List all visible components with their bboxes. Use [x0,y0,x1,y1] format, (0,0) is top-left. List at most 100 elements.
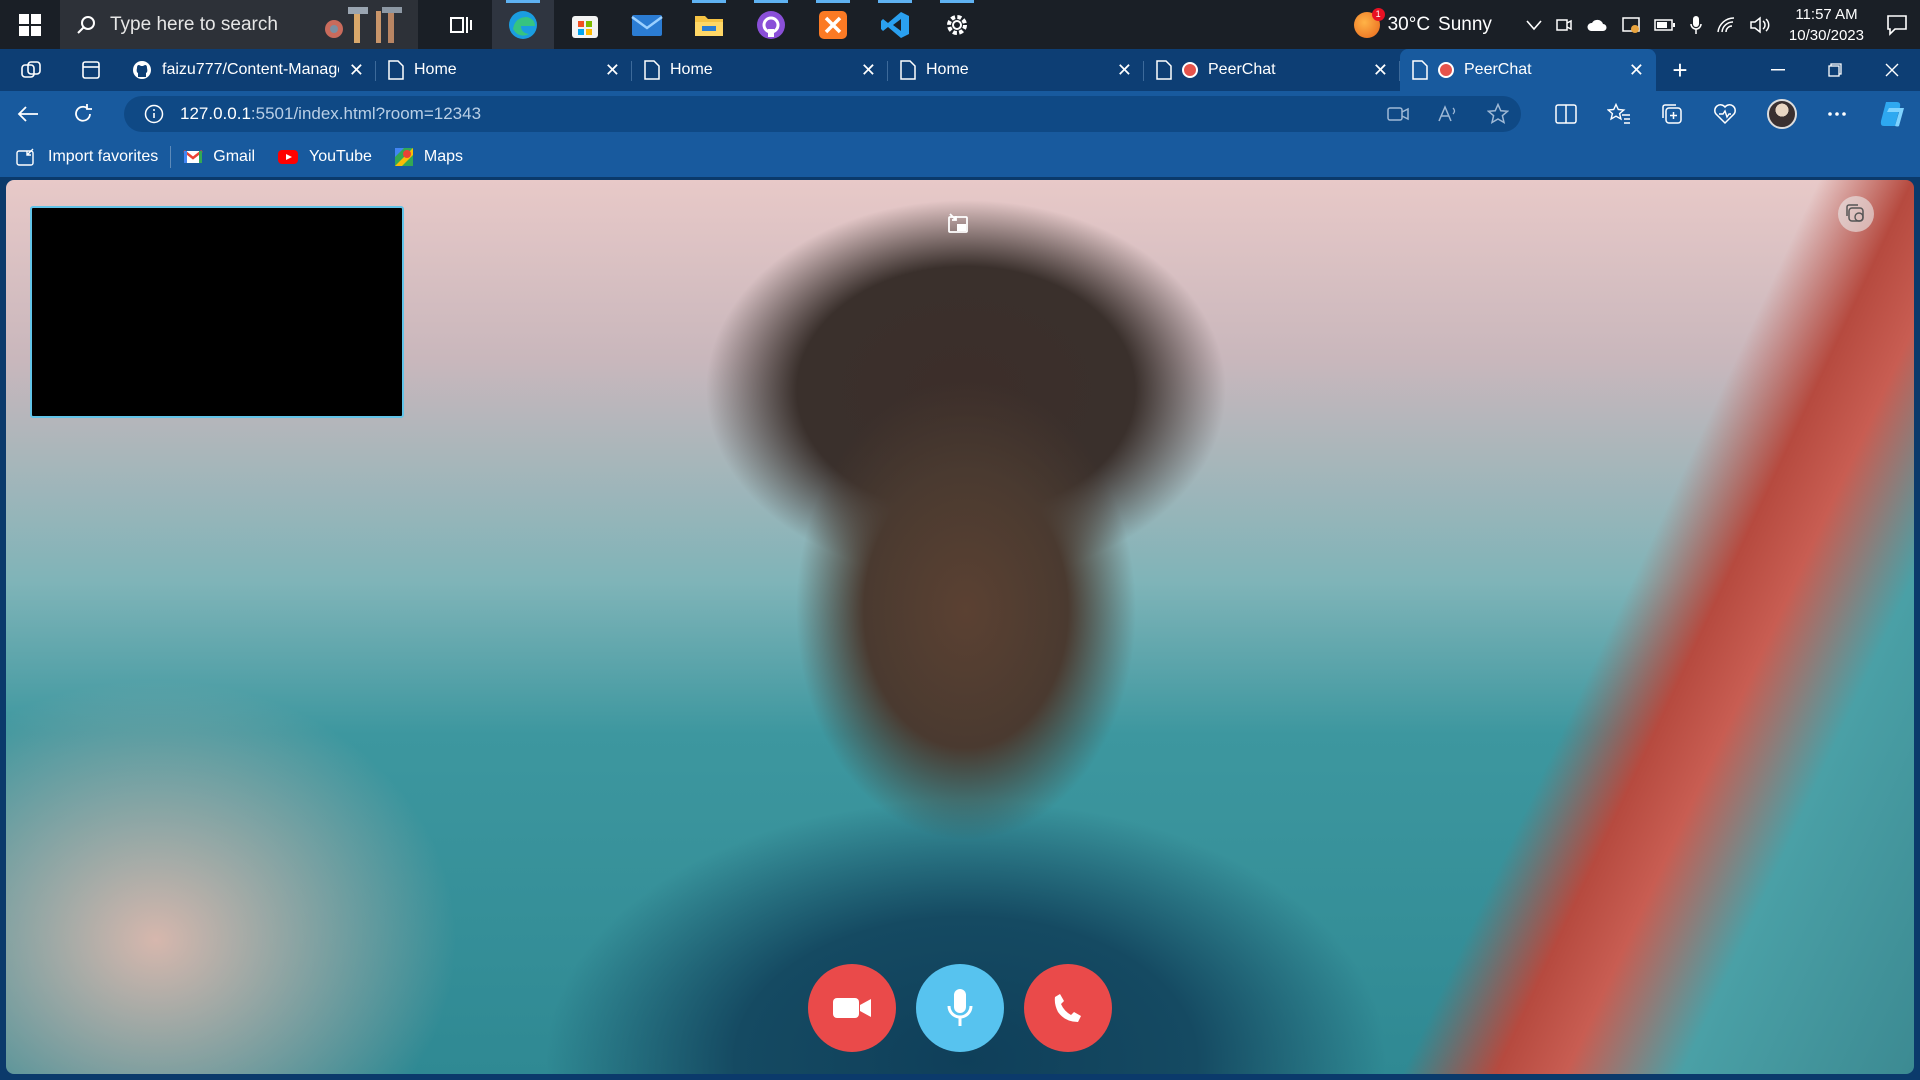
taskbar-clock[interactable]: 11:57 AM 10/30/2023 [1789,4,1864,46]
start-button[interactable] [0,0,60,49]
taskbar-settings[interactable] [926,0,988,49]
browser-toolbar: 127.0.0.1:5501/index.html?room=12343 [0,91,1920,137]
camera-toggle-button[interactable] [808,964,896,1052]
taskbar-edge[interactable] [492,0,554,49]
tab-peerchat-active[interactable]: PeerChat ✕ [1400,49,1656,91]
page-icon [644,60,660,80]
task-view-button[interactable] [430,0,492,49]
meet-now-icon[interactable] [1555,16,1573,34]
taskbar-github-desktop[interactable] [740,0,802,49]
vscode-icon [881,11,909,38]
tab-peerchat-1[interactable]: PeerChat ✕ [1144,49,1400,91]
wifi-icon[interactable] [1716,16,1736,34]
close-icon[interactable]: ✕ [1629,60,1644,81]
search-icon [77,15,95,34]
close-icon[interactable]: ✕ [1117,60,1132,81]
volume-icon[interactable] [1749,15,1771,34]
github-desktop-icon [757,10,785,39]
back-button[interactable] [0,91,55,137]
browser-tab-strip: faizu777/Content-Manage ✕ Home ✕ Home ✕ … [0,49,1920,91]
favorites-icon[interactable] [1607,103,1631,125]
remote-video-feed [6,180,1914,1074]
tab-title: PeerChat [1208,61,1276,78]
weather-widget[interactable]: 1 30°C Sunny [1353,7,1492,38]
picture-in-picture-icon[interactable] [947,212,969,234]
favorite-label: YouTube [309,148,372,165]
github-icon [133,61,151,79]
youtube-icon [278,150,299,164]
weather-badge: 1 [1371,7,1385,21]
clock-time: 11:57 AM [1795,5,1858,23]
restore-button[interactable] [1806,49,1863,91]
close-icon[interactable]: ✕ [861,60,876,81]
taskbar-xampp[interactable] [802,0,864,49]
taskbar-vscode[interactable] [864,0,926,49]
more-options-icon[interactable] [1827,111,1847,117]
close-icon[interactable]: ✕ [605,60,620,81]
tab-home-2[interactable]: Home ✕ [632,49,888,91]
address-bar[interactable]: 127.0.0.1:5501/index.html?room=12343 [124,96,1521,132]
minimize-button[interactable] [1749,49,1806,91]
star-icon[interactable] [1487,103,1509,125]
tools-illustration-icon [325,7,402,43]
profile-avatar[interactable] [1767,99,1797,129]
microphone-toggle-button[interactable] [916,964,1004,1052]
favorite-gmail[interactable]: Gmail [183,148,255,166]
refresh-icon [74,104,92,122]
favorite-label: Import favorites [48,148,159,165]
url-text: 127.0.0.1:5501/index.html?room=12343 [180,104,481,124]
maps-icon [394,148,413,166]
close-icon [1885,63,1898,77]
recording-indicator-icon [1438,62,1454,78]
workspaces-icon[interactable] [20,59,42,81]
import-icon [16,148,34,166]
read-aloud-icon[interactable] [1437,105,1459,123]
taskbar: Type here to search 1 30°C Sunny 11:57 A… [0,0,1920,49]
close-icon[interactable]: ✕ [1373,60,1388,81]
taskbar-search-box[interactable]: Type here to search [60,0,418,49]
taskbar-file-explorer[interactable] [678,0,740,49]
weather-temp: 30°C [1387,13,1431,35]
favorite-import[interactable]: Import favorites [16,147,158,167]
notifications-icon[interactable] [1886,14,1908,36]
restore-icon [1827,63,1842,77]
security-icon[interactable] [1621,15,1641,35]
taskbar-mail[interactable] [616,0,678,49]
copilot-icon[interactable] [1877,100,1907,128]
browser-essentials-icon[interactable] [1713,103,1737,125]
sun-icon: 1 [1353,7,1385,38]
favorite-label: Maps [423,148,464,165]
xampp-icon [819,10,847,39]
collections-icon[interactable] [1661,103,1683,125]
chevron-up-icon[interactable] [1526,19,1542,31]
windows-logo-icon [19,13,41,36]
tab-home-3[interactable]: Home ✕ [888,49,1144,91]
tab-home-1[interactable]: Home ✕ [376,49,632,91]
screen-share-button[interactable] [1838,196,1874,232]
info-icon[interactable] [144,104,164,124]
leave-call-button[interactable] [1024,964,1112,1052]
recording-indicator-icon [1182,62,1198,78]
screen-share-icon [1846,204,1864,222]
new-tab-button[interactable]: + [1656,49,1704,91]
close-window-button[interactable] [1863,49,1920,91]
camera-in-use-icon[interactable] [1387,106,1409,122]
tab-actions-icon[interactable] [81,60,101,80]
mail-icon [631,14,663,36]
taskbar-store[interactable] [554,0,616,49]
split-screen-icon[interactable] [1555,104,1577,124]
close-icon[interactable]: ✕ [349,60,364,81]
battery-icon[interactable] [1654,18,1676,32]
tab-title: Home [926,61,969,78]
tab-github[interactable]: faizu777/Content-Manage ✕ [120,49,376,91]
tab-title: Home [670,61,713,78]
microphone-tray-icon[interactable] [1689,15,1703,35]
favorite-maps[interactable]: Maps [394,147,463,167]
gear-icon [947,14,967,35]
favorite-youtube[interactable]: YouTube [277,148,372,166]
folder-icon [695,15,723,36]
refresh-button[interactable] [55,91,110,137]
page-icon [900,60,916,80]
onedrive-icon[interactable] [1586,17,1608,33]
gmail-icon [183,150,204,163]
